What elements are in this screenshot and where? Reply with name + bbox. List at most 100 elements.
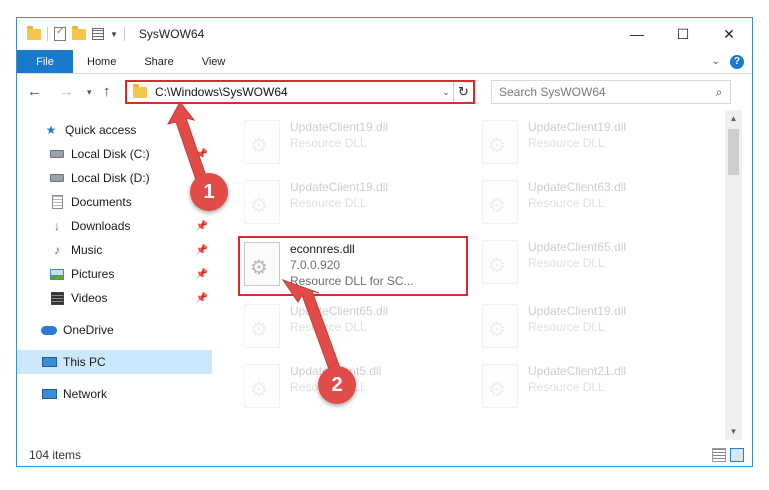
navigation-pane: ★ Quick access Local Disk (C:) 📌 Local D…: [17, 110, 212, 440]
tiles-view-icon[interactable]: [730, 448, 744, 462]
forward-arrow-icon[interactable]: →: [59, 83, 74, 100]
scrollbar-thumb[interactable]: [728, 129, 739, 175]
file-item-econnres[interactable]: econnres.dll 7.0.0.920 Resource DLL for …: [238, 236, 468, 296]
file-version: 7.0.0.920: [290, 258, 341, 272]
file-item[interactable]: UpdateClient65.dll Resource DLL: [476, 234, 706, 290]
sidebar-item-label: Music: [71, 243, 103, 257]
dll-file-icon: [482, 180, 518, 224]
videos-icon: [49, 291, 65, 305]
file-name: econnres.dll: [290, 242, 355, 256]
pin-icon[interactable]: 📌: [196, 269, 208, 280]
search-box[interactable]: ⌕: [491, 80, 731, 104]
sidebar-item-label: Local Disk (C:): [71, 147, 150, 161]
sidebar-item-label: OneDrive: [63, 323, 114, 337]
sidebar-item-label: Downloads: [71, 219, 131, 233]
back-arrow-icon[interactable]: ←: [27, 83, 42, 100]
folder-icon: [27, 25, 41, 40]
file-list: UpdateClient19.dll Resource DLL UpdateCli…: [212, 110, 740, 440]
help-icon[interactable]: ?: [730, 54, 744, 69]
file-item[interactable]: UpdateClient19.dll Resource DLL: [238, 114, 468, 170]
sidebar-item-network[interactable]: Network: [17, 382, 212, 406]
search-input[interactable]: [499, 85, 708, 99]
tab-home[interactable]: Home: [73, 50, 130, 73]
scroll-down-icon[interactable]: ▼: [725, 423, 742, 440]
sidebar-item-onedrive[interactable]: OneDrive: [17, 318, 212, 342]
file-item[interactable]: UpdateClient65.dll Resource DLL: [238, 298, 468, 354]
window-title: SysWOW64: [138, 27, 205, 41]
disk-icon: [49, 171, 65, 185]
sidebar-item-downloads[interactable]: ↓ Downloads 📌: [17, 214, 212, 238]
sidebar-item-pictures[interactable]: Pictures 📌: [17, 262, 212, 286]
file-description: Resource DLL: [528, 136, 605, 150]
search-icon[interactable]: ⌕: [708, 85, 730, 100]
dll-file-icon: [244, 364, 280, 408]
dll-file-icon: [482, 304, 518, 348]
file-description: Resource DLL: [528, 196, 605, 210]
up-arrow-icon[interactable]: ↑: [103, 83, 111, 100]
this-pc-icon: [41, 355, 57, 369]
dll-file-icon: [482, 240, 518, 284]
disk-icon: [49, 147, 65, 161]
properties-icon[interactable]: [54, 26, 66, 41]
file-item[interactable]: UpdateClient63.dll Resource DLL: [476, 174, 706, 230]
sidebar-item-local-disk-d[interactable]: Local Disk (D:): [17, 166, 212, 190]
file-name: UpdateClient65.dll: [290, 304, 389, 318]
minimize-button[interactable]: —: [614, 18, 660, 50]
close-button[interactable]: ✕: [706, 18, 752, 50]
address-bar[interactable]: C:\Windows\SysWOW64 ⌄ ↻: [125, 80, 475, 104]
sidebar-item-local-disk-c[interactable]: Local Disk (C:) 📌: [17, 142, 212, 166]
file-name: UpdateClient21.dll: [528, 364, 627, 378]
tab-view[interactable]: View: [188, 50, 240, 73]
maximize-button[interactable]: ☐: [660, 18, 706, 50]
sidebar-item-label: Local Disk (D:): [71, 171, 150, 185]
tab-share[interactable]: Share: [130, 50, 187, 73]
sidebar-item-music[interactable]: ♪ Music 📌: [17, 238, 212, 262]
file-description: Resource DLL: [290, 320, 367, 334]
folder-icon: [133, 83, 147, 98]
refresh-icon[interactable]: ↻: [453, 82, 473, 102]
view-icon[interactable]: [92, 28, 104, 40]
file-description: Resource DLL for SC...: [290, 274, 414, 288]
quick-access-toolbar: ▼ SysWOW64: [17, 18, 204, 50]
address-path[interactable]: C:\Windows\SysWOW64: [155, 85, 439, 99]
sidebar-item-documents[interactable]: Documents 📌: [17, 190, 212, 214]
vertical-scrollbar[interactable]: ▲ ▼: [725, 110, 742, 440]
title-bar: ▼ SysWOW64 — ☐ ✕: [17, 18, 752, 50]
file-item[interactable]: UpdateClient19.dll Resource DLL: [476, 298, 706, 354]
navigation-bar: ← → ▾ ↑ C:\Windows\SysWOW64 ⌄ ↻ ⌕: [17, 75, 752, 109]
scroll-up-icon[interactable]: ▲: [725, 110, 742, 127]
pin-icon[interactable]: 📌: [196, 149, 208, 160]
file-explorer-window: ▼ SysWOW64 — ☐ ✕ File Home Share View ⌄ …: [16, 17, 753, 467]
file-item[interactable]: UpdateClient19.dll Resource DLL: [476, 114, 706, 170]
tab-file[interactable]: File: [17, 50, 73, 73]
ribbon-tabs: File Home Share View ⌄ ?: [17, 50, 752, 74]
recent-locations-icon[interactable]: ▾: [87, 87, 92, 98]
downloads-icon: ↓: [54, 219, 60, 233]
sidebar-item-label: Pictures: [71, 267, 115, 281]
file-description: Resource DLL: [528, 256, 605, 270]
sidebar-item-label: Videos: [71, 291, 108, 305]
network-icon: [41, 387, 57, 401]
pin-icon[interactable]: 📌: [196, 293, 208, 304]
pictures-icon: [49, 267, 65, 281]
new-folder-icon[interactable]: [72, 25, 86, 40]
address-dropdown-icon[interactable]: ⌄: [439, 87, 453, 98]
file-name: UpdateClient19.dll: [290, 120, 389, 134]
sidebar-item-quick-access[interactable]: ★ Quick access: [17, 118, 212, 142]
pin-icon[interactable]: 📌: [196, 245, 208, 256]
sidebar-item-videos[interactable]: Videos 📌: [17, 286, 212, 310]
pin-icon[interactable]: 📌: [196, 221, 208, 232]
file-description: Resource DLL: [528, 320, 605, 334]
expand-ribbon-icon[interactable]: ⌄: [712, 56, 720, 67]
toolbar-divider: [123, 27, 125, 41]
sidebar-item-label: This PC: [63, 355, 106, 369]
customize-toolbar-icon[interactable]: ▼: [110, 30, 118, 39]
file-description: Resource DLL: [528, 380, 605, 394]
file-name: UpdateClient63.dll: [528, 180, 627, 194]
sidebar-item-this-pc[interactable]: This PC: [17, 350, 212, 374]
dll-file-icon: [244, 120, 280, 164]
dll-file-icon: [482, 120, 518, 164]
details-view-icon[interactable]: [712, 448, 726, 462]
file-item[interactable]: UpdateClient21.dll Resource DLL: [476, 358, 706, 414]
file-item[interactable]: UpdateClient19.dll Resource DLL: [238, 174, 468, 230]
